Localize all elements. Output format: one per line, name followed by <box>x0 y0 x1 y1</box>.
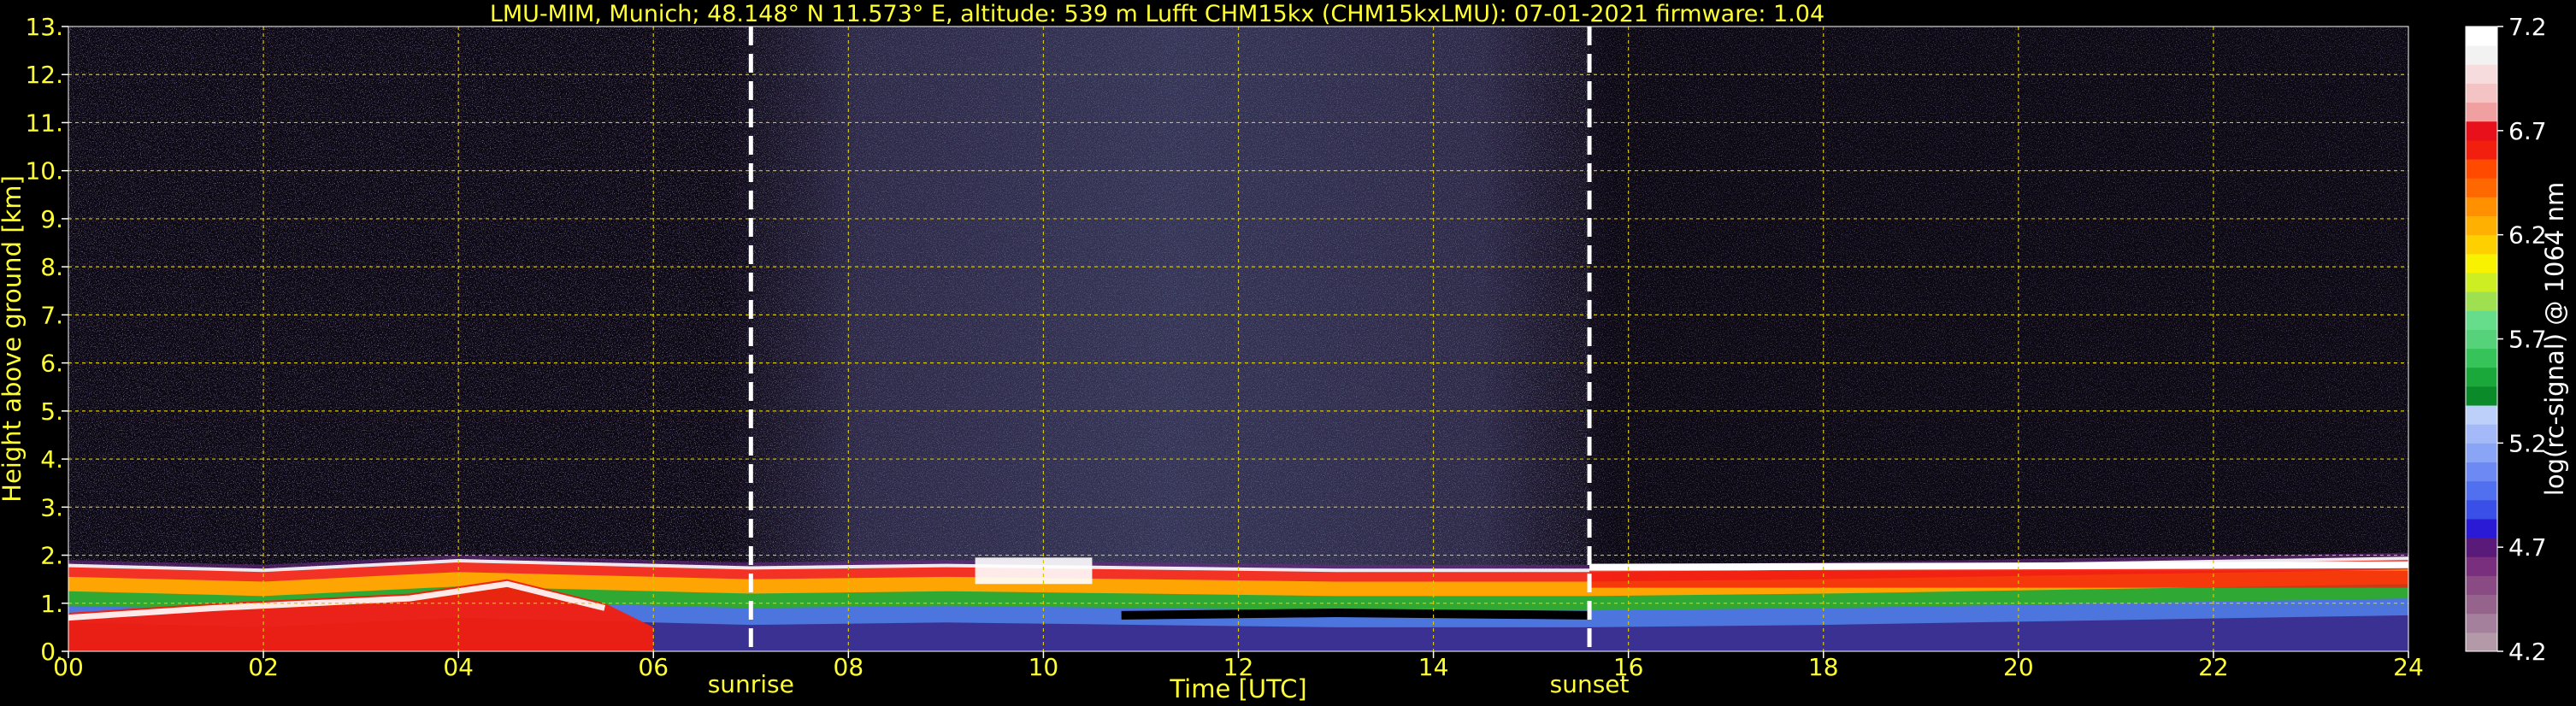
colorbar-segment <box>2466 405 2497 425</box>
colorbar-segment <box>2466 518 2497 538</box>
y-tick-label: 11. <box>25 109 63 137</box>
colorbar-segment <box>2466 139 2497 160</box>
colorbar-segment <box>2466 253 2497 274</box>
colorbar-segment <box>2466 310 2497 330</box>
colorbar-segment <box>2466 234 2497 255</box>
y-tick-label: 13. <box>25 13 63 41</box>
colorbar-segment <box>2466 594 2497 615</box>
colorbar-tick-label: 6.7 <box>2508 117 2547 145</box>
colorbar-segment <box>2466 424 2497 444</box>
colorbar-segment <box>2466 215 2497 236</box>
x-tick-label: 14 <box>1418 653 1449 681</box>
y-tick-label: 7. <box>40 301 63 329</box>
event-label-sunrise: sunrise <box>708 670 794 698</box>
y-tick-label: 9. <box>40 205 63 233</box>
y-tick-label: 4. <box>40 445 63 474</box>
x-tick-label: 10 <box>1029 653 1059 681</box>
daytime-speckle <box>751 26 1590 651</box>
colorbar-segment <box>2466 499 2497 520</box>
y-tick-label: 8. <box>40 253 63 281</box>
colorbar-tick-label: 4.7 <box>2508 533 2547 562</box>
y-axis-label: Height above ground [km] <box>0 175 27 503</box>
colorbar <box>2465 26 2498 652</box>
x-tick-label: 18 <box>1808 653 1839 681</box>
colorbar-segment <box>2466 329 2497 350</box>
colorbar-segment <box>2466 556 2497 576</box>
colorbar-tick-label: 7.2 <box>2508 13 2547 41</box>
colorbar-segment <box>2466 575 2497 596</box>
colorbar-segment <box>2466 272 2497 292</box>
y-tick-label: 10. <box>25 157 63 185</box>
colorbar-segment <box>2466 102 2497 122</box>
plot-area: sunrise sunset <box>68 26 2409 698</box>
x-tick-label: 24 <box>2393 653 2424 681</box>
colorbar-segment <box>2466 367 2497 387</box>
dark-gap-layer <box>1121 609 1590 620</box>
y-tick-label: 3. <box>40 493 63 521</box>
colorbar-segment <box>2466 83 2497 103</box>
colorbar-segment <box>2466 121 2497 141</box>
colorbar-segment <box>2466 26 2497 46</box>
colorbar-segment <box>2466 348 2497 368</box>
colorbar-segment <box>2466 462 2497 482</box>
colorbar-segment <box>2466 45 2497 65</box>
y-tick-label: 1. <box>40 590 63 618</box>
colorbar-tick-label: 4.2 <box>2508 638 2547 666</box>
colorbar-segment <box>2466 159 2497 179</box>
x-tick-label: 20 <box>2003 653 2034 681</box>
colorbar-segment <box>2466 197 2497 217</box>
x-tick-label: 06 <box>638 653 669 681</box>
colorbar-segment <box>2466 613 2497 633</box>
colorbar-segment <box>2466 443 2497 462</box>
x-axis-label: Time [UTC] <box>1169 674 1306 703</box>
y-tick-label: 5. <box>40 397 63 426</box>
lidar-quicklook-chart: LMU-MIM, Munich; 48.148° N 11.573° E, al… <box>0 1 2569 703</box>
x-tick-label: 22 <box>2198 653 2229 681</box>
colorbar-segment <box>2466 64 2497 84</box>
colorbar-segment <box>2466 480 2497 501</box>
evening-layer-top <box>1589 561 2408 571</box>
y-tick-labels: 0.1.2.3.4.5.6.7.8.9.10.11.12.13. <box>25 13 68 666</box>
x-tick-label: 08 <box>834 653 864 681</box>
backscatter-field <box>68 26 2408 651</box>
colorbar-segment <box>2466 385 2497 406</box>
y-tick-label: 6. <box>40 350 63 378</box>
y-tick-label: 12. <box>25 61 63 89</box>
colorbar-segment <box>2466 178 2497 197</box>
colorbar-segment <box>2466 291 2497 311</box>
x-tick-label: 00 <box>53 653 84 681</box>
morning-cloud <box>975 557 1093 585</box>
y-tick-label: 2. <box>40 542 63 570</box>
x-tick-label: 04 <box>443 653 474 681</box>
colorbar-label: log(rc-signal) @ 1064 nm <box>2540 182 2569 496</box>
colorbar-segment <box>2466 632 2497 652</box>
x-tick-label: 02 <box>248 653 279 681</box>
chart-title: LMU-MIM, Munich; 48.148° N 11.573° E, al… <box>490 1 1824 27</box>
x-tick-label: 16 <box>1613 653 1644 681</box>
colorbar-tick-labels: 7.26.76.25.75.24.74.2 <box>2497 13 2547 666</box>
colorbar-segment <box>2466 538 2497 557</box>
